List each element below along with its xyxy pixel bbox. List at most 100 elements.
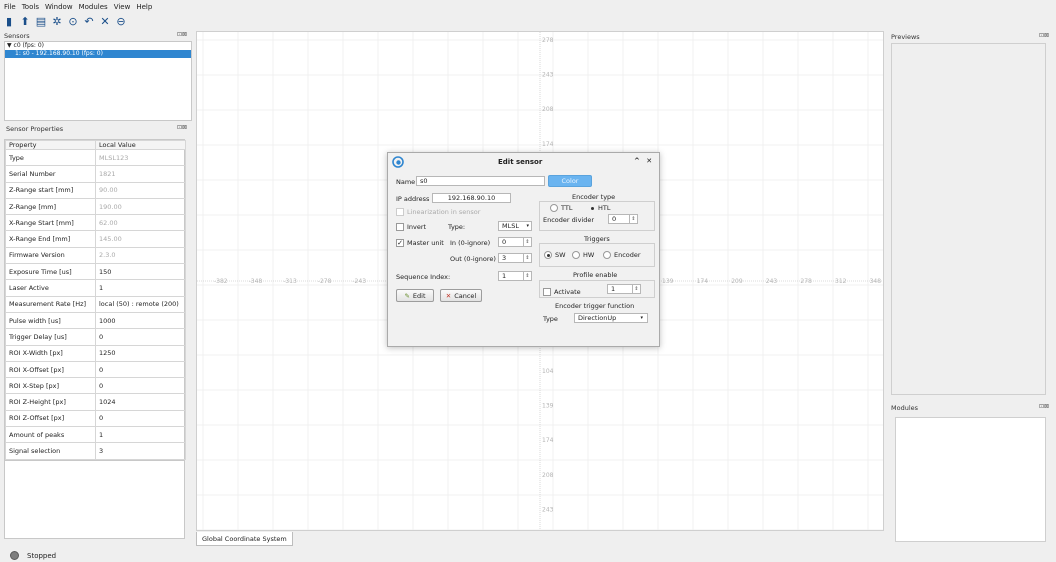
property-value[interactable]: 1 [95,426,186,444]
menu-file[interactable]: File [4,3,16,11]
property-value[interactable]: 1000 [95,311,186,330]
linearization-checkbox[interactable] [396,208,404,216]
tree-item-s0[interactable]: 1: s0 - 192.168.90.10 (fps: 0) [5,50,191,58]
open-icon[interactable]: ⬆ [19,16,31,28]
property-row[interactable]: Type MLSL123 [5,148,186,167]
property-name: Pulse width [us] [5,311,96,330]
property-value[interactable]: 0 [95,328,186,346]
ttl-radio[interactable] [550,204,558,212]
htl-radio[interactable] [588,204,596,212]
encoder-trigger-type-label: Type [543,315,558,323]
sequence-index-value: 1 [502,272,507,280]
property-value[interactable]: 1250 [95,344,186,362]
save-icon[interactable]: ▤ [35,16,47,28]
ttl-label: TTL [561,204,573,212]
axis-tick-label: -313 [283,278,297,285]
property-value[interactable]: 1024 [95,393,186,411]
property-row[interactable]: Serial Number 1821 [5,165,186,183]
name-input[interactable]: s0 [416,176,545,186]
property-row[interactable]: Signal selection 3 [5,442,186,460]
property-row[interactable]: X-Range End [mm] 145.00 [5,230,186,248]
property-value: 190.00 [95,197,186,216]
property-row[interactable]: Z-Range start [mm] 90.00 [5,181,186,199]
encoder-divider-spinbox[interactable]: 0 ⇕ [608,214,638,224]
invert-checkbox[interactable] [396,223,404,231]
master-unit-checkbox[interactable]: ✓ [396,239,404,247]
dialog-title-bar[interactable]: Edit sensor ^ ✕ [388,153,659,171]
play-icon[interactable]: ⊙ [67,16,79,28]
property-value[interactable]: 1 [95,279,186,297]
property-value[interactable]: 0 [95,360,186,379]
master-unit-label: Master unit [407,239,444,247]
property-row[interactable]: Laser Active 1 [5,279,186,297]
property-value[interactable]: 150 [95,263,186,281]
property-row[interactable]: ROI X-Offset [px] 0 [5,360,186,379]
menu-modules[interactable]: Modules [79,3,108,11]
property-row[interactable]: Exposure Time [us] 150 [5,263,186,281]
property-row[interactable]: ROI X-Width [px] 1250 [5,344,186,362]
property-row[interactable]: Measurement Rate [Hz] local (50) : remote… [5,295,186,313]
col-header-property[interactable]: Property [5,140,96,150]
tools-icon[interactable]: ✕ [99,16,111,28]
spin-arrows-icon[interactable]: ⇕ [629,215,637,223]
activate-checkbox[interactable] [543,288,551,296]
property-row[interactable]: Trigger Delay [us] 0 [5,328,186,346]
property-row[interactable]: Amount of peaks 1 [5,426,186,444]
axis-tick-label: 174 [542,437,554,444]
dialog-window-buttons[interactable]: ^ ✕ [634,157,654,165]
sensor-tree: ▼ c0 (fps: 0) 1: s0 - 192.168.90.10 (fps… [4,41,192,121]
encoder-divider-label: Encoder divider [543,216,595,224]
modules-dock-buttons[interactable]: ⊡⊠ [1039,403,1049,410]
encoder-divider-value: 0 [612,215,617,223]
activate-spinbox[interactable]: 1 ⇕ [607,284,641,294]
encoder-trigger-type-select[interactable]: DirectionUp ▾ [574,313,648,323]
settings-icon[interactable]: ✲ [51,16,63,28]
type-select[interactable]: MLSL ▾ [498,221,532,231]
property-value[interactable]: 0 [95,377,186,395]
undo-icon[interactable]: ↶ [83,16,95,28]
stop-icon[interactable]: ⊖ [115,16,127,28]
property-row[interactable]: ROI X-Step [px] 0 [5,377,186,395]
property-value[interactable]: 0 [95,409,186,428]
in-spinbox[interactable]: 0 ⇕ [498,237,532,247]
color-button[interactable]: Color [548,175,592,187]
sequence-index-spinbox[interactable]: 1 ⇕ [498,271,532,281]
new-sensor-icon[interactable]: ▮ [3,16,15,28]
encoder-radio[interactable] [603,251,611,259]
edit-button[interactable]: ✎ Edit [396,289,434,302]
sw-radio[interactable] [544,251,552,259]
toolbar: ▮ ⬆ ▤ ✲ ⊙ ↶ ✕ ⊖ [0,14,127,30]
spin-arrows-icon[interactable]: ⇕ [523,238,531,246]
previews-dock-buttons[interactable]: ⊡⊠ [1039,32,1049,39]
sensors-dock-buttons[interactable]: ⊡⊠ [177,31,187,38]
tab-global-coordinate-system[interactable]: Global Coordinate System [196,532,293,546]
menu-window[interactable]: Window [45,3,73,11]
property-value[interactable]: 3 [95,442,186,460]
menu-tools[interactable]: Tools [22,3,39,11]
tree-item-c0[interactable]: ▼ c0 (fps: 0) [5,42,191,50]
property-row[interactable]: ROI Z-Height [px] 1024 [5,393,186,411]
cancel-button[interactable]: ✕ Cancel [440,289,482,302]
spin-arrows-icon[interactable]: ⇕ [523,272,531,280]
previews-area [891,43,1046,395]
status-indicator-icon [10,551,19,560]
menu-help[interactable]: Help [136,3,152,11]
menu-view[interactable]: View [114,3,131,11]
property-row[interactable]: Pulse width [us] 1000 [5,311,186,330]
ip-address-input[interactable]: 192.168.90.10 [432,193,511,203]
property-row[interactable]: Z-Range [mm] 190.00 [5,197,186,216]
property-name: Z-Range start [mm] [5,181,96,199]
hw-radio[interactable] [572,251,580,259]
out-spinbox[interactable]: 3 ⇕ [498,253,532,263]
properties-empty-area [4,461,185,539]
props-dock-buttons[interactable]: ⊡⊠ [177,124,187,131]
col-header-local-value[interactable]: Local Value [95,140,186,150]
spin-arrows-icon[interactable]: ⇕ [523,254,531,262]
cancel-button-label: Cancel [454,291,477,300]
property-value[interactable]: local (50) : remote (200) [95,295,186,313]
spin-arrows-icon[interactable]: ⇕ [632,285,640,293]
property-value: 1821 [95,165,186,183]
property-row[interactable]: X-Range Start [mm] 62.00 [5,214,186,232]
property-row[interactable]: ROI Z-Offset [px] 0 [5,409,186,428]
property-row[interactable]: Firmware Version 2.3.0 [5,246,186,265]
